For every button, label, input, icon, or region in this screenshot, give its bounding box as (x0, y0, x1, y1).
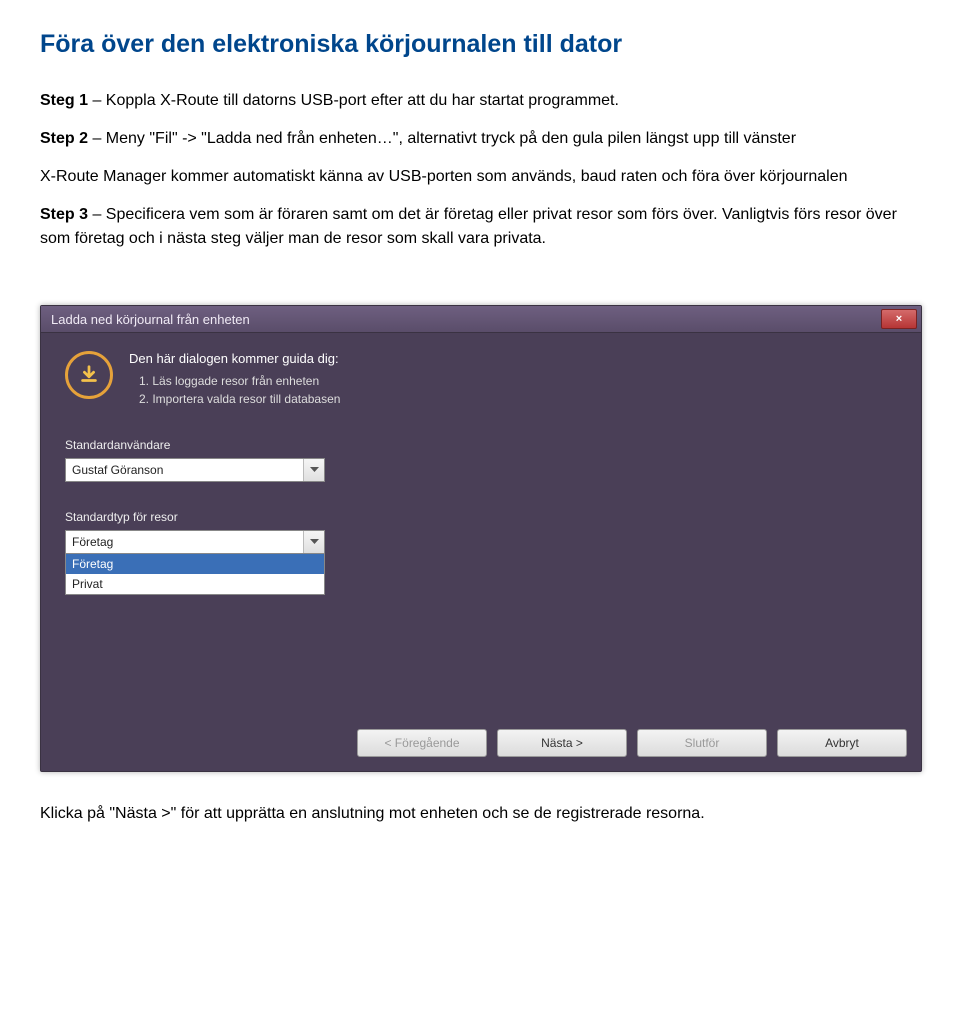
finish-button[interactable]: Slutför (637, 729, 767, 757)
step3-paragraph: Step 3 – Specificera vem som är föraren … (40, 203, 920, 251)
close-button[interactable]: × (881, 309, 917, 329)
download-arrow-icon (65, 351, 113, 399)
dialog-titlebar: Ladda ned körjournal från enheten × (41, 306, 921, 333)
next-button-label: Nästa > (541, 736, 583, 750)
dialog-title: Ladda ned körjournal från enheten (51, 312, 250, 327)
trip-type-option-foretag[interactable]: Företag (66, 554, 324, 574)
step1-paragraph: Steg 1 – Koppla X-Route till datorns USB… (40, 89, 920, 113)
trip-type-value: Företag (72, 535, 113, 549)
guide-header: Den här dialogen kommer guida dig: (129, 351, 340, 366)
default-user-select[interactable]: Gustaf Göranson (65, 458, 325, 482)
default-trip-type-label: Standardtyp för resor (65, 510, 897, 524)
step2-label: Step 2 (40, 130, 88, 147)
dialog-screenshot: Ladda ned körjournal från enheten × Den … (40, 305, 920, 772)
step1-text: – Koppla X-Route till datorns USB-port e… (88, 92, 619, 109)
trip-type-option-privat[interactable]: Privat (66, 574, 324, 594)
step3-label: Step 3 (40, 206, 88, 223)
info-paragraph: X-Route Manager kommer automatiskt känna… (40, 165, 920, 189)
previous-button-label: < Föregående (384, 736, 459, 750)
cancel-button[interactable]: Avbryt (777, 729, 907, 757)
guide-line-1: 1. Läs loggade resor från enheten (139, 374, 340, 388)
trip-type-dropdown: Företag Privat (65, 554, 325, 595)
page-title: Föra över den elektroniska körjournalen … (40, 30, 920, 59)
guide-text-block: Den här dialogen kommer guida dig: 1. Lä… (129, 351, 340, 410)
step1-label: Steg 1 (40, 92, 88, 109)
step3-text: – Specificera vem som är föraren samt om… (40, 206, 897, 247)
cancel-button-label: Avbryt (825, 736, 859, 750)
dialog-footer: < Föregående Nästa > Slutför Avbryt (41, 719, 921, 771)
finish-button-label: Slutför (685, 736, 720, 750)
chevron-down-icon (303, 459, 324, 481)
previous-button[interactable]: < Föregående (357, 729, 487, 757)
download-dialog: Ladda ned körjournal från enheten × Den … (40, 305, 922, 772)
next-button[interactable]: Nästa > (497, 729, 627, 757)
step2-paragraph: Step 2 – Meny "Fil" -> "Ladda ned från e… (40, 127, 920, 151)
default-user-value: Gustaf Göranson (72, 463, 163, 477)
trip-type-select[interactable]: Företag (65, 530, 325, 554)
step2-text: – Meny "Fil" -> "Ladda ned från enheten…… (88, 130, 796, 147)
close-icon: × (896, 313, 902, 325)
chevron-down-icon (303, 531, 324, 553)
footer-paragraph: Klicka på "Nästa >" för att upprätta en … (40, 802, 920, 826)
default-user-label: Standardanvändare (65, 438, 897, 452)
guide-line-2: 2. Importera valda resor till databasen (139, 392, 340, 406)
